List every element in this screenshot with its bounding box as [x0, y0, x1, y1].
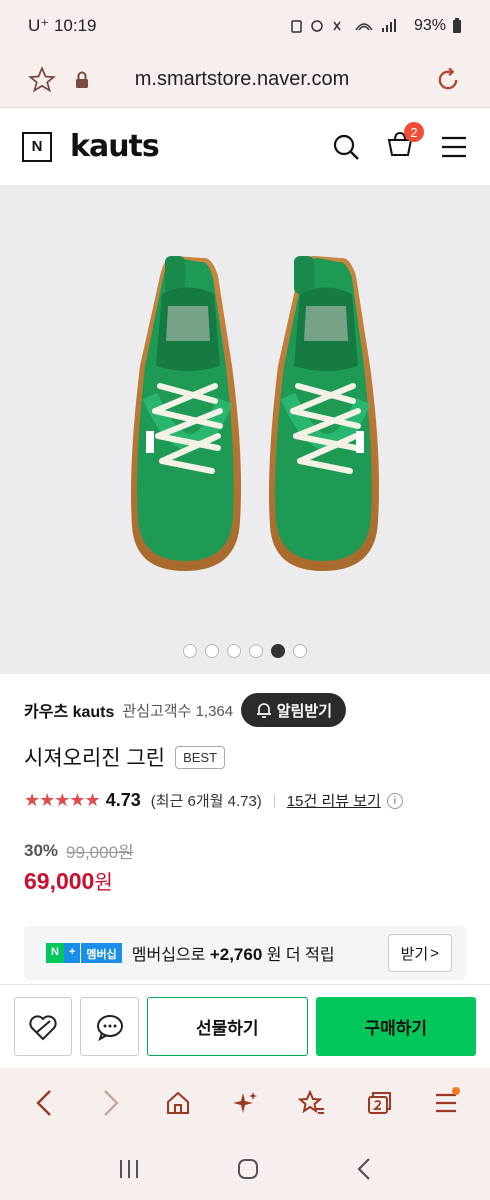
home-button[interactable] [158, 1083, 198, 1123]
sale-price: 69,000원 [24, 866, 113, 895]
star-list-icon [298, 1089, 325, 1114]
reviews-link[interactable]: 15건 리뷰 보기 [287, 790, 381, 811]
buy-button[interactable]: 구매하기 [315, 997, 477, 1056]
rating-stars: ★★★★★ [24, 790, 101, 810]
bookmarks-button[interactable] [292, 1083, 332, 1123]
heart-icon [29, 1014, 57, 1040]
gallery-dot[interactable] [293, 644, 307, 658]
chat-icon [96, 1014, 123, 1041]
badge-membership: 멤버십 [80, 943, 122, 963]
divider [273, 793, 275, 808]
brand-logo[interactable]: kauts [70, 129, 160, 164]
notification-dot [452, 1087, 461, 1095]
ai-button[interactable] [225, 1083, 265, 1123]
info-icon[interactable]: i [386, 792, 403, 809]
cart-button[interactable]: 2 [386, 122, 424, 163]
menu-more-button[interactable] [426, 1083, 466, 1123]
sale-price-unit: 원 [94, 872, 113, 894]
tabs-icon [368, 1092, 392, 1114]
tabs-button[interactable] [359, 1083, 399, 1123]
store-row: 카우츠 kauts 관심고객수 1,364 알림받기 [24, 692, 466, 728]
forward-button[interactable] [91, 1083, 131, 1123]
membership-suffix: 원 더 적립 [266, 947, 335, 964]
followers-count: 관심고객수 1,364 [122, 702, 234, 720]
discount-row: 30% 99,000원 [24, 838, 134, 863]
rating-row: ★★★★★ 4.73 (최근 6개월 4.73) 15건 리뷰 보기 i [24, 790, 403, 811]
naver-logo[interactable]: N [22, 131, 52, 162]
right-shoe [269, 255, 379, 571]
membership-points: +2,760 [209, 945, 263, 964]
url-bar[interactable]: m.smartstore.naver.com [0, 52, 490, 108]
gallery-dot[interactable] [227, 644, 241, 658]
gallery-dot[interactable] [249, 644, 263, 658]
cart-count-badge: 2 [404, 122, 424, 142]
receive-label: 받기 [400, 945, 429, 963]
badge-n: N [46, 943, 64, 963]
naver-plus-badge: N + 멤버십 [46, 943, 122, 963]
home-icon [166, 1091, 189, 1114]
gallery-dot[interactable] [205, 644, 219, 658]
best-badge: BEST [175, 745, 226, 769]
original-price: 99,000원 [66, 843, 134, 862]
bookmark-star-icon[interactable] [28, 65, 56, 94]
membership-text: 멤버십으로 +2,760 원 더 적립 [132, 941, 335, 965]
left-shoe [131, 255, 241, 571]
sparkle-icon [232, 1092, 257, 1113]
menu-icon[interactable] [440, 135, 468, 159]
back-nav-icon[interactable] [355, 1157, 373, 1181]
gallery-dot-active[interactable] [271, 644, 285, 658]
product-image-gallery[interactable] [0, 186, 490, 674]
sale-price-value: 69,000 [24, 868, 95, 894]
forward-arrow-icon [103, 1090, 119, 1116]
receive-button[interactable]: 받기 > [387, 934, 452, 972]
search-icon[interactable] [332, 133, 360, 161]
battery-icon [453, 18, 461, 33]
store-header: N kauts 2 [0, 108, 490, 186]
recent-apps-icon[interactable] [117, 1158, 141, 1180]
browser-toolbar [0, 1068, 490, 1138]
lock-icon [76, 71, 88, 88]
discount-rate: 30% [24, 840, 59, 860]
header-icons: 2 [332, 122, 468, 163]
chevron-right-icon: > [430, 944, 439, 962]
alarm-button[interactable]: 알림받기 [240, 693, 346, 727]
back-button[interactable] [24, 1083, 64, 1123]
alarm-label: 알림받기 [276, 702, 332, 720]
action-bar: 선물하기 구매하기 [0, 984, 490, 1068]
wishlist-button[interactable] [14, 997, 73, 1056]
home-nav-icon[interactable] [236, 1157, 260, 1181]
battery-text: 93% [413, 17, 446, 34]
product-title: 시져오리진 그린 [24, 747, 166, 770]
recent-rating: (최근 6개월 4.73) [150, 793, 262, 810]
gift-button[interactable]: 선물하기 [146, 997, 308, 1056]
gallery-dots[interactable] [0, 644, 490, 658]
membership-prefix: 멤버십으로 [131, 947, 206, 964]
title-row: 시져오리진 그린 BEST [24, 742, 226, 772]
signal-icons [291, 19, 396, 33]
hamburger-icon [436, 1093, 457, 1113]
status-time: U⁺ 10:19 [28, 16, 97, 35]
url-text[interactable]: m.smartstore.naver.com [90, 68, 434, 91]
back-arrow-icon [35, 1090, 51, 1116]
talk-button[interactable] [80, 997, 139, 1056]
status-bar: U⁺ 10:19 93% [0, 0, 490, 52]
status-icons: 93% [290, 17, 462, 35]
rating-value: 4.73 [105, 790, 141, 810]
product-image [131, 255, 379, 571]
store-name[interactable]: 카우츠 kauts [24, 698, 114, 722]
system-nav [0, 1138, 490, 1200]
badge-plus: + [63, 943, 81, 963]
gallery-dot[interactable] [183, 644, 197, 658]
bell-plus-icon [256, 703, 271, 718]
reload-icon[interactable] [434, 66, 462, 94]
membership-banner: N + 멤버십 멤버십으로 +2,760 원 더 적립 받기 > [24, 926, 466, 980]
